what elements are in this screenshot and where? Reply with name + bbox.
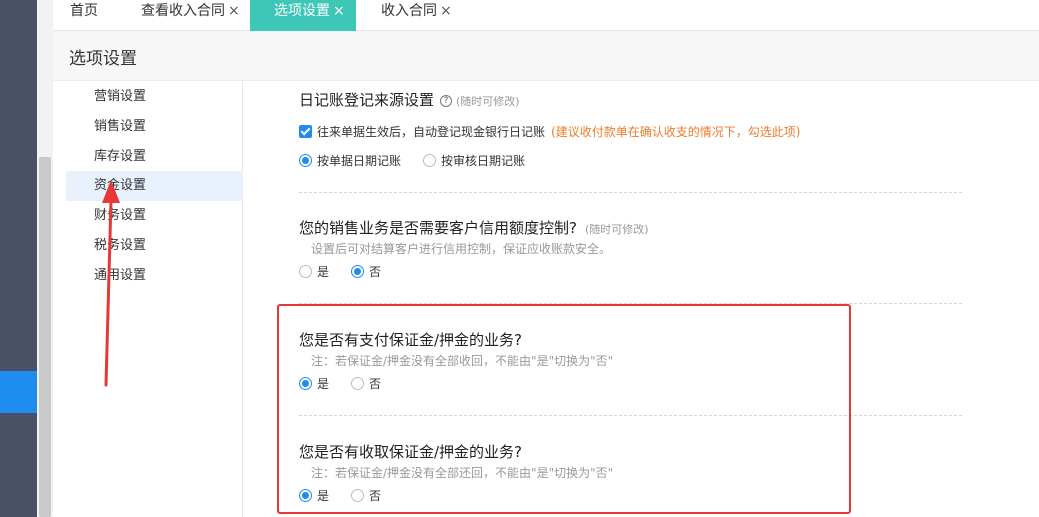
nav-item-marketing[interactable]: 营销设置 <box>66 82 243 112</box>
auto-journal-checkbox[interactable] <box>299 125 312 138</box>
close-icon[interactable]: × <box>228 3 240 19</box>
radio-credit-no[interactable] <box>351 265 365 278</box>
close-icon[interactable]: × <box>440 3 452 19</box>
tab-label: 查看收入合同 <box>141 3 225 19</box>
radio-credit-yes-label[interactable]: 是 <box>317 263 329 280</box>
radio-by-audit-date-label[interactable]: 按审核日期记账 <box>441 152 525 169</box>
journal-title-text: 日记账登记来源设置 <box>299 91 435 109</box>
credit-hint: (随时可修改) <box>584 223 649 236</box>
tab-home[interactable]: 首页 <box>70 0 98 31</box>
tab-label: 收入合同 <box>381 3 437 19</box>
nav-item-general[interactable]: 通用设置 <box>66 261 243 291</box>
help-icon[interactable]: ? <box>440 95 453 107</box>
radio-by-document-date[interactable] <box>299 154 312 167</box>
auto-journal-label[interactable]: 往来单据生效后，自动登记现金银行日记账 <box>317 123 545 140</box>
journal-section-title: 日记账登记来源设置? (随时可修改) <box>299 89 520 110</box>
section-divider <box>299 192 962 193</box>
nav-item-funds[interactable]: 资金设置 <box>66 171 243 201</box>
auto-journal-row: 往来单据生效后，自动登记现金银行日记账 (建议收付款单在确认收支的情况下，勾选此… <box>299 123 800 140</box>
scrollbar-thumb[interactable] <box>39 157 51 517</box>
credit-section-title: 您的销售业务是否需要客户信用额度控制? (随时可修改) <box>299 217 649 238</box>
tab-label: 选项设置 <box>274 3 330 19</box>
tab-income-contract[interactable]: 收入合同 × <box>381 0 452 31</box>
annotation-highlight-box <box>277 304 851 514</box>
journal-date-radios: 按单据日期记账 按审核日期记账 <box>299 152 547 169</box>
credit-description: 设置后可对结算客户进行信用控制，保证应收账款安全。 <box>311 242 612 256</box>
nav-item-inventory[interactable]: 库存设置 <box>66 142 243 172</box>
tab-options-settings[interactable]: 选项设置 × <box>250 0 356 31</box>
sidebar-active-item[interactable] <box>0 371 37 413</box>
app-sidebar <box>0 0 37 517</box>
radio-credit-yes[interactable] <box>299 265 312 278</box>
nav-item-sales[interactable]: 销售设置 <box>66 112 243 142</box>
journal-hint: (随时可修改) <box>456 95 520 108</box>
radio-by-document-date-label[interactable]: 按单据日期记账 <box>317 152 401 169</box>
auto-journal-note: (建议收付款单在确认收支的情况下，勾选此项) <box>551 125 801 139</box>
nav-item-tax[interactable]: 税务设置 <box>66 231 243 261</box>
close-icon[interactable]: × <box>333 3 345 19</box>
credit-radios: 是 否 <box>299 263 403 280</box>
tab-label: 首页 <box>70 3 98 19</box>
page-title: 选项设置 <box>69 49 137 69</box>
radio-credit-no-label[interactable]: 否 <box>369 263 381 280</box>
tab-bar: 首页 查看收入合同 × 选项设置 × 收入合同 × <box>53 0 1039 31</box>
credit-title-text: 您的销售业务是否需要客户信用额度控制? <box>299 219 577 237</box>
page-header: 选项设置 <box>53 31 1039 81</box>
radio-by-audit-date[interactable] <box>423 154 437 167</box>
nav-item-finance[interactable]: 财务设置 <box>66 201 243 231</box>
tab-view-income-contract[interactable]: 查看收入合同 × <box>141 0 240 31</box>
settings-nav: 营销设置 销售设置 库存设置 资金设置 财务设置 税务设置 通用设置 <box>66 81 243 517</box>
